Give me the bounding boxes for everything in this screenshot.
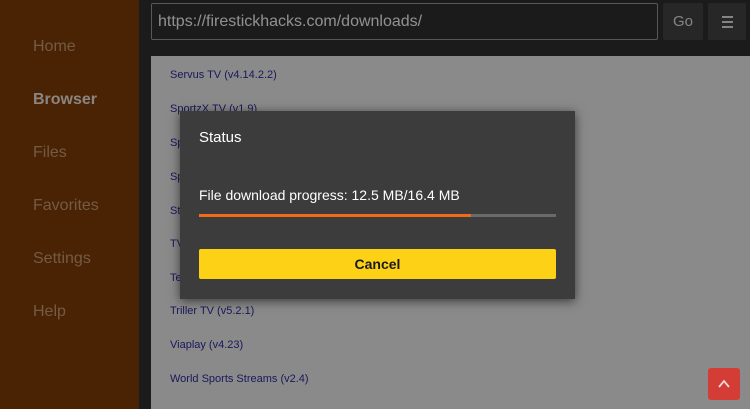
- download-progress-text: File download progress: 12.5 MB/16.4 MB: [199, 187, 460, 203]
- progress-bar-fill: [199, 214, 472, 217]
- progress-bar: [199, 214, 556, 217]
- dialog-title: Status: [199, 129, 242, 146]
- chevron-up-icon: [718, 379, 730, 388]
- cancel-button[interactable]: Cancel: [199, 249, 556, 279]
- scroll-to-top-button[interactable]: [708, 368, 740, 400]
- status-dialog: Status File download progress: 12.5 MB/1…: [180, 111, 575, 299]
